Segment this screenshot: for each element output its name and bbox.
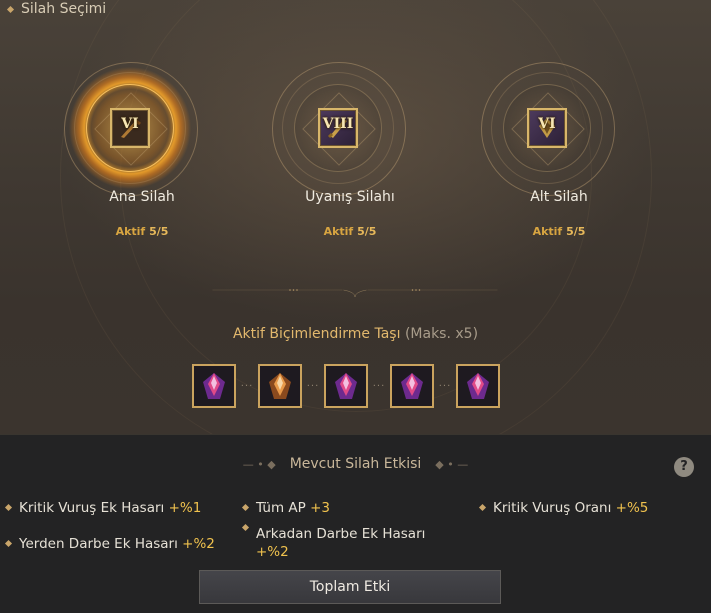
awakening-weapon-grade: VIII	[322, 116, 354, 132]
effect-item: Yerden Darbe Ek Hasarı +%2	[4, 535, 215, 553]
awakening-weapon-label: Uyanış Silahı	[305, 189, 395, 205]
formation-stone-4[interactable]	[390, 364, 434, 408]
formation-stone-title: Aktif Biçimlendirme Taşı (Maks. x5)	[232, 326, 479, 342]
formation-stone-2[interactable]	[258, 364, 302, 408]
effect-item: Kritik Vuruş Oranı +%5	[478, 499, 648, 517]
main-weapon-icon[interactable]: VI	[110, 108, 150, 148]
effect-heading: — • ◆ Mevcut Silah Etkisi ◆ • —	[242, 456, 469, 472]
formation-stone-1[interactable]	[192, 364, 236, 408]
total-effect-button[interactable]: Toplam Etki	[199, 570, 501, 604]
help-icon[interactable]: ?	[674, 457, 694, 477]
purple-gem-icon	[203, 373, 225, 399]
purple-gem-icon	[335, 373, 357, 399]
sub-weapon-icon[interactable]: VI	[527, 108, 567, 148]
sub-weapon-label: Alt Silah	[530, 189, 588, 205]
effect-item: Arkadan Darbe Ek Hasarı +%2	[241, 523, 443, 561]
title-diamond-icon	[6, 5, 15, 13]
awakening-weapon-icon[interactable]: VIII	[318, 108, 358, 148]
section-divider	[212, 289, 498, 298]
orange-gem-icon	[269, 373, 291, 399]
weapon-effect-panel: — • ◆ Mevcut Silah Etkisi ◆ • — ? Kritik V…	[0, 434, 711, 613]
formation-stone-3[interactable]	[324, 364, 368, 408]
main-weapon-grade: VI	[121, 116, 139, 132]
panel-title: Silah Seçimi	[6, 1, 106, 17]
main-weapon-label: Ana Silah	[109, 189, 175, 205]
weapon-selection-panel: Silah Seçimi VI Ana Silah Aktif 5/5 VIII…	[0, 0, 711, 434]
formation-stone-5[interactable]	[456, 364, 500, 408]
formation-stone-row: ··· ··· ··· ···	[192, 364, 500, 408]
awakening-weapon-status: Aktif 5/5	[323, 225, 377, 238]
sub-weapon-grade: VI	[538, 116, 556, 132]
effect-item: Kritik Vuruş Ek Hasarı +%1	[4, 499, 201, 517]
main-weapon-status: Aktif 5/5	[115, 225, 169, 238]
purple-gem-icon	[401, 373, 423, 399]
sub-weapon-status: Aktif 5/5	[532, 225, 586, 238]
effect-item: Tüm AP +3	[241, 499, 330, 517]
purple-gem-icon	[467, 373, 489, 399]
